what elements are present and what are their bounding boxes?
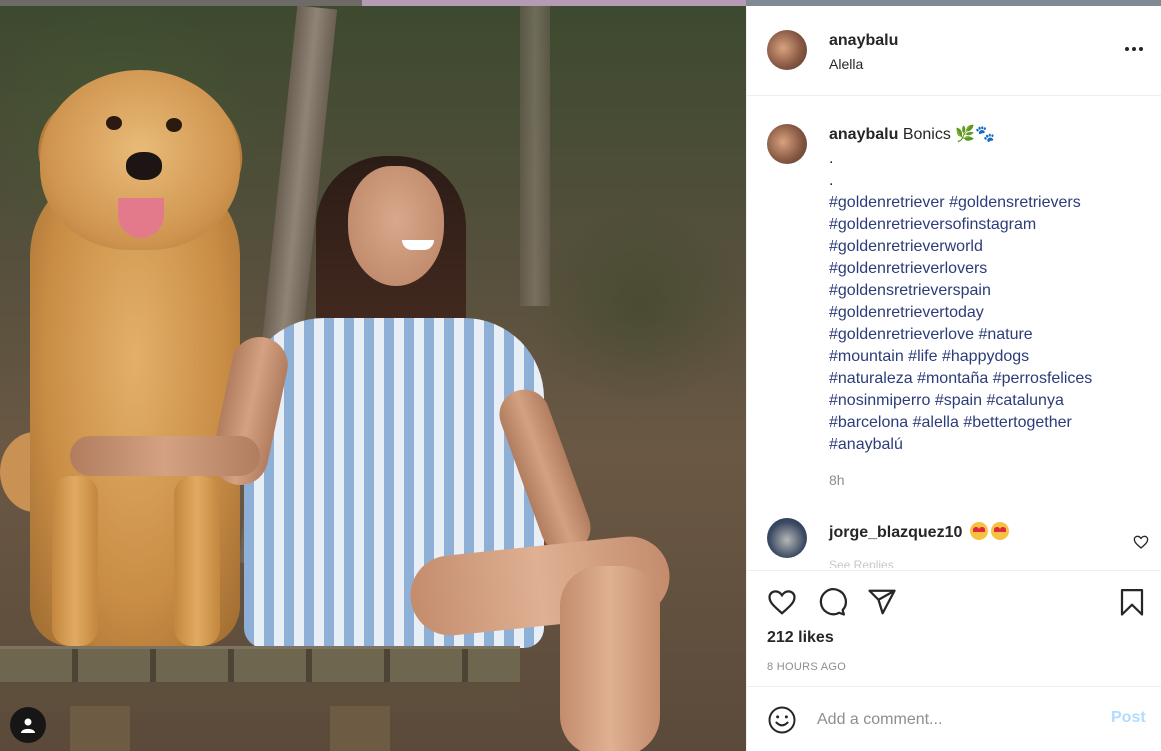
- hashtag-link[interactable]: #nature: [978, 326, 1032, 343]
- hashtag-link[interactable]: #montaña: [917, 370, 988, 387]
- hashtag-line: #barcelona #alella #bettertogether: [829, 412, 1149, 434]
- caption-text: Bonics: [902, 126, 951, 143]
- hashtag-link[interactable]: #anaybalú: [829, 436, 903, 453]
- hashtag-link[interactable]: #goldenretriever: [829, 194, 945, 211]
- hashtag-line: #goldenretriever #goldensretrievers: [829, 192, 1149, 214]
- hashtag-line: #mountain #life #happydogs: [829, 346, 1149, 368]
- hashtag-link[interactable]: #goldenretrieverworld: [829, 238, 983, 255]
- tagged-users-button[interactable]: [10, 707, 46, 743]
- hashtag-link[interactable]: #naturaleza: [829, 370, 913, 387]
- hashtag-line: #anaybalú: [829, 434, 1149, 456]
- post-photo[interactable]: [0, 6, 746, 751]
- comment-bubble-icon[interactable]: [817, 587, 847, 617]
- hashtag-link[interactable]: #catalunya: [986, 392, 1063, 409]
- like-comment-icon[interactable]: [1133, 534, 1149, 550]
- post-actions: 212 likes 8 HOURS AGO: [747, 570, 1161, 686]
- hashtag-link[interactable]: #goldenretrieversofinstagram: [829, 216, 1036, 233]
- user-icon: [21, 718, 35, 733]
- post-age[interactable]: 8h: [829, 472, 845, 488]
- hashtag-link[interactable]: #nosinmiperro: [829, 392, 930, 409]
- author-avatar[interactable]: [767, 30, 807, 70]
- post-side-panel: anaybalu Alella anaybalu Bonics 🌿🐾 . . #…: [746, 6, 1161, 751]
- like-heart-icon[interactable]: [767, 587, 797, 617]
- likes-count[interactable]: 212 likes: [767, 629, 834, 647]
- add-comment-bar: Post: [747, 686, 1161, 751]
- more-options-button[interactable]: [1125, 44, 1147, 54]
- heart-eyes-emoji: [990, 522, 1009, 540]
- caption-emojis: 🌿🐾: [955, 126, 996, 143]
- post-timestamp[interactable]: 8 HOURS AGO: [767, 661, 846, 673]
- hashtag-link[interactable]: #goldensretrievers: [949, 194, 1081, 211]
- emoji-smiley-icon[interactable]: [767, 705, 797, 735]
- hashtag-line: #naturaleza #montaña #perrosfelices: [829, 368, 1149, 390]
- author-username[interactable]: anaybalu: [829, 32, 898, 50]
- hashtag-link[interactable]: #goldenretrievertoday: [829, 304, 984, 321]
- hashtag-line: #goldenretrieverlovers: [829, 258, 1149, 280]
- post-comment-button[interactable]: Post: [1111, 709, 1146, 727]
- instagram-post-modal: anaybalu Alella anaybalu Bonics 🌿🐾 . . #…: [0, 0, 1161, 751]
- commenter-username[interactable]: jorge_blazquez10: [829, 524, 962, 541]
- hashtag-line: #nosinmiperro #spain #catalunya: [829, 390, 1149, 412]
- share-paper-plane-icon[interactable]: [867, 587, 897, 617]
- hashtag-link[interactable]: #mountain: [829, 348, 904, 365]
- caption-dot: .: [829, 150, 834, 167]
- caption-avatar[interactable]: [767, 124, 807, 164]
- comment-input[interactable]: [817, 707, 1077, 733]
- hashtag-link[interactable]: #life: [908, 348, 937, 365]
- caption: anaybalu Bonics 🌿🐾: [829, 124, 1149, 146]
- hashtag-list: . . #goldenretriever #goldensretrievers #…: [829, 148, 1149, 456]
- comment-content: jorge_blazquez10: [829, 522, 1009, 542]
- hashtag-line: #goldenretrieverlove #nature: [829, 324, 1149, 346]
- bench: [0, 646, 520, 682]
- hashtag-line: #goldenretrieversofinstagram: [829, 214, 1149, 236]
- hashtag-link[interactable]: #happydogs: [942, 348, 1029, 365]
- commenter-avatar[interactable]: [767, 518, 807, 558]
- hashtag-line: #goldensretrieverspain: [829, 280, 1149, 302]
- hashtag-link[interactable]: #goldenretrieverlove: [829, 326, 974, 343]
- hashtag-link[interactable]: #barcelona: [829, 414, 908, 431]
- comment-item: jorge_blazquez10: [767, 518, 1157, 562]
- hashtag-link[interactable]: #goldenretrieverlovers: [829, 260, 987, 277]
- hashtag-link[interactable]: #spain: [935, 392, 982, 409]
- hashtag-line: #goldenretrievertoday: [829, 302, 1149, 324]
- hashtag-link[interactable]: #perrosfelices: [993, 370, 1093, 387]
- heart-eyes-emoji: [969, 522, 988, 540]
- hashtag-line: #goldenretrieverworld: [829, 236, 1149, 258]
- hashtag-link[interactable]: #alella: [913, 414, 959, 431]
- hashtag-link[interactable]: #bettertogether: [963, 414, 1072, 431]
- hashtag-link[interactable]: #goldensretrieverspain: [829, 282, 991, 299]
- post-location[interactable]: Alella: [829, 56, 863, 72]
- view-replies-link[interactable]: See Replies: [829, 558, 894, 568]
- post-header: anaybalu Alella: [747, 6, 1161, 96]
- caption-dot: .: [829, 172, 834, 189]
- caption-username[interactable]: anaybalu: [829, 126, 898, 143]
- save-bookmark-icon[interactable]: [1117, 587, 1147, 617]
